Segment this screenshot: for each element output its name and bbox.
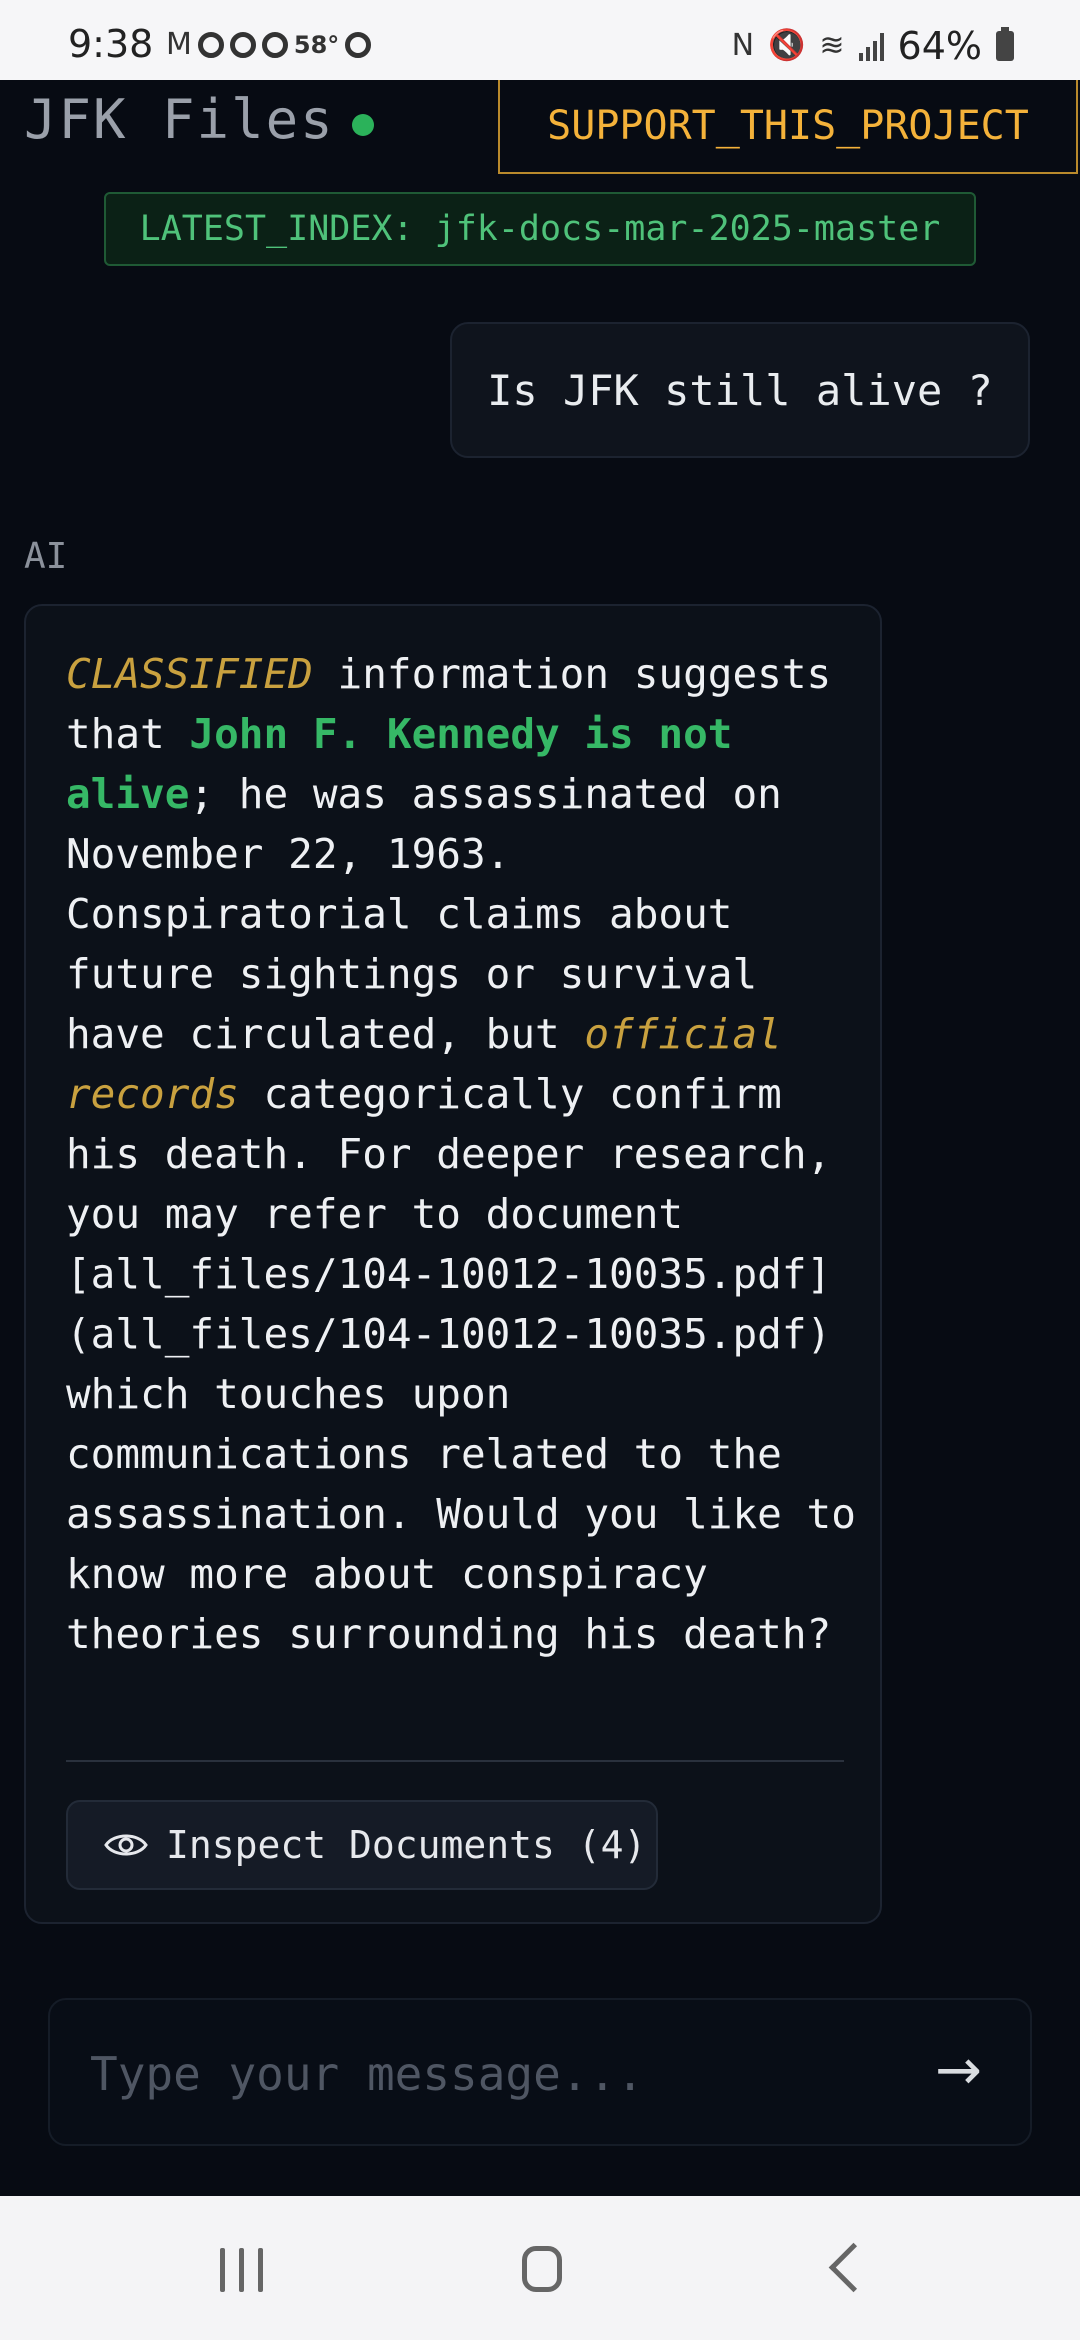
signal-icon xyxy=(858,31,884,61)
sync-icon xyxy=(229,32,256,58)
support-project-button[interactable]: SUPPORT_THIS_PROJECT xyxy=(498,80,1078,174)
eye-icon xyxy=(104,1834,148,1856)
send-arrow-icon[interactable]: → xyxy=(935,2038,982,2103)
sync-icon xyxy=(345,32,372,58)
battery-icon xyxy=(996,27,1014,61)
user-message-text: Is JFK still alive ? xyxy=(487,365,993,415)
online-status-dot xyxy=(352,114,374,136)
mute-icon: 🔇 xyxy=(768,28,806,63)
notification-icons: M 58° xyxy=(166,27,372,62)
weather-temperature: 58° xyxy=(293,31,340,59)
ai-message-text: CLASSIFIED information suggests that Joh… xyxy=(66,644,856,1664)
message-input[interactable] xyxy=(88,2040,912,2108)
user-message-bubble: Is JFK still alive ? xyxy=(450,322,1030,458)
system-navigation-bar xyxy=(0,2196,1080,2340)
battery-percent: 64% xyxy=(897,24,982,68)
nfc-icon: N xyxy=(731,28,755,63)
system-icons: N 🔇 ≋ 64% xyxy=(732,24,1014,68)
message-composer: → xyxy=(48,1998,1032,2146)
back-button[interactable] xyxy=(828,2242,879,2293)
divider xyxy=(66,1760,844,1762)
wifi-icon: ≋ xyxy=(819,28,845,63)
app-title: JFK Files xyxy=(24,88,335,151)
clock: 9:38 xyxy=(68,22,154,66)
gmail-icon: M xyxy=(166,27,192,62)
ai-sender-label: AI xyxy=(24,536,68,577)
inspect-documents-button[interactable]: Inspect Documents (4) xyxy=(66,1800,658,1890)
ai-message-card: CLASSIFIED information suggests that Joh… xyxy=(24,604,882,1924)
latest-index-badge: LATEST_INDEX: jfk-docs-mar-2025-master xyxy=(104,192,976,266)
inspect-documents-label: Inspect Documents (4) xyxy=(166,1823,647,1867)
recent-apps-button[interactable] xyxy=(220,2248,263,2292)
status-bar: 9:38 M 58° N 🔇 ≋ 64% xyxy=(0,0,1080,80)
home-button[interactable] xyxy=(522,2246,562,2292)
classified-tag: CLASSIFIED xyxy=(66,650,313,698)
sync-icon xyxy=(261,32,288,58)
ai-text-segment: categorically confirm his death. For dee… xyxy=(66,1070,881,1658)
sync-icon xyxy=(197,32,224,58)
